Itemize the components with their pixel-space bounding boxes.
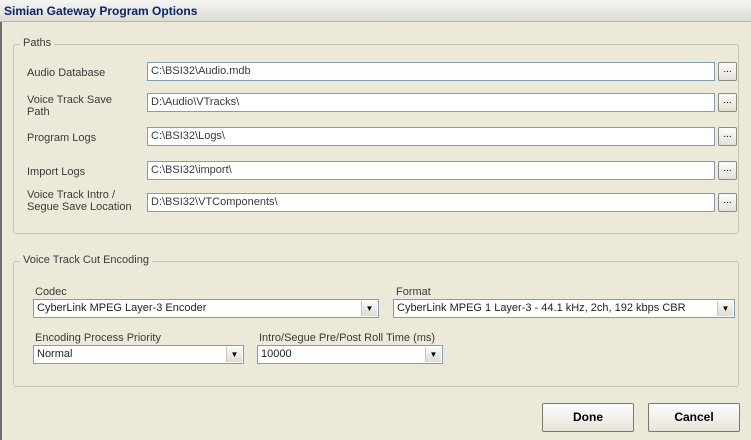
encoding-group: Voice Track Cut Encoding [13,254,739,387]
program-logs-browse-button[interactable]: ... [718,127,737,146]
intro-segue-location-field[interactable]: D:\BSI32\VTComponents\ [147,193,715,212]
codec-label: Codec [35,286,67,298]
audio-database-field[interactable]: C:\BSI32\Audio.mdb [147,62,715,81]
roll-time-select[interactable]: 10000 ▼ [257,345,443,364]
program-logs-label: Program Logs [27,132,97,144]
chevron-down-icon[interactable]: ▼ [226,347,242,362]
voice-track-save-path-browse-button[interactable]: ... [718,93,737,112]
format-value: CyberLink MPEG 1 Layer-3 - 44.1 kHz, 2ch… [397,302,686,314]
paths-legend: Paths [20,37,55,49]
codec-value: CyberLink MPEG Layer-3 Encoder [37,302,207,314]
import-logs-browse-button[interactable]: ... [718,161,737,180]
priority-value: Normal [37,348,73,360]
intro-segue-location-browse-button[interactable]: ... [718,193,737,212]
roll-time-value: 10000 [261,348,292,360]
format-select[interactable]: CyberLink MPEG 1 Layer-3 - 44.1 kHz, 2ch… [393,299,735,318]
done-button[interactable]: Done [542,403,634,432]
title-bar: Simian Gateway Program Options [0,0,751,22]
program-logs-field[interactable]: C:\BSI32\Logs\ [147,127,715,146]
voice-track-save-path-field[interactable]: D:\Audio\VTracks\ [147,93,715,112]
audio-database-browse-button[interactable]: ... [718,62,737,81]
chevron-down-icon[interactable]: ▼ [361,301,377,316]
format-label: Format [396,286,431,298]
encoding-legend: Voice Track Cut Encoding [20,254,152,266]
priority-label: Encoding Process Priority [35,332,161,344]
chevron-down-icon[interactable]: ▼ [717,301,733,316]
priority-select[interactable]: Normal ▼ [33,345,244,364]
chevron-down-icon[interactable]: ▼ [425,347,441,362]
intro-segue-location-label: Voice Track Intro / Segue Save Location [27,189,132,213]
cancel-button[interactable]: Cancel [648,403,740,432]
audio-database-label: Audio Database [27,67,106,79]
import-logs-label: Import Logs [27,166,86,178]
import-logs-field[interactable]: C:\BSI32\import\ [147,161,715,180]
voice-track-save-path-label: Voice Track Save Path [27,94,112,118]
roll-time-label: Intro/Segue Pre/Post Roll Time (ms) [259,332,436,344]
window-title: Simian Gateway Program Options [4,4,198,18]
codec-select[interactable]: CyberLink MPEG Layer-3 Encoder ▼ [33,299,379,318]
window-left-edge [0,22,2,440]
